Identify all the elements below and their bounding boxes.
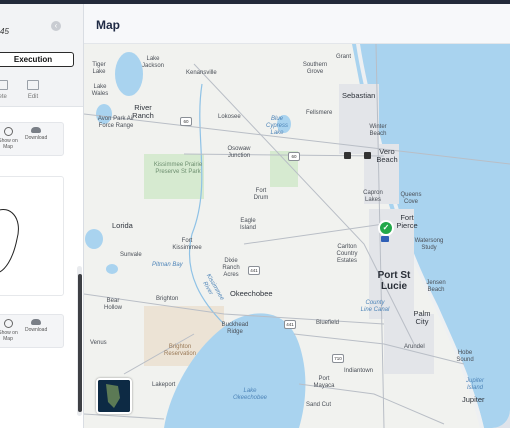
delete-tool[interactable]: lete — [0, 80, 8, 100]
map-title: Map — [96, 18, 120, 32]
edit-label: Edit — [27, 94, 39, 100]
scrollbar-thumb[interactable] — [78, 274, 82, 412]
label-sunvale: Sunvale — [120, 252, 142, 258]
label-vero-beach: Vero Beach — [376, 147, 398, 164]
download-button-2[interactable]: Download — [25, 319, 47, 333]
label-hobe-sound: Hobe Sound — [456, 350, 474, 363]
execution-button[interactable]: Execution — [0, 52, 74, 67]
label-grant: Grant — [336, 54, 352, 60]
label-buckhead-ridge: Buckhead Ridge — [221, 322, 249, 335]
map-canvas[interactable]: Grant Tiger Lake Lake Jackson Kenansvill… — [84, 44, 510, 428]
cloud-download-icon — [31, 319, 41, 325]
record-id: 45 — [0, 27, 9, 36]
label-jensen-beach: Jensen Beach — [426, 280, 446, 293]
route-shield: 60 — [180, 117, 192, 126]
label-blue-cypress-lake: Blue Cypress Lake — [265, 116, 288, 136]
label-eagle-island: Eagle Island — [239, 218, 256, 231]
show-on-map-button-2[interactable]: Show on Map — [0, 319, 19, 342]
delete-label: lete — [0, 94, 7, 100]
delete-icon — [0, 80, 8, 90]
label-southern-grove: Southern Grove — [302, 62, 328, 75]
crosshair-icon — [3, 127, 13, 136]
download-button-1[interactable]: Download — [25, 127, 47, 141]
label-watersong: Watersong Study — [414, 238, 444, 251]
label-sebastian: Sebastian — [342, 91, 376, 100]
label-brighton-reservation: Brighton Reservation — [163, 344, 196, 357]
label-bluefield: Bluefield — [316, 320, 340, 326]
route-shield: 441 — [284, 320, 296, 329]
label-lakeport: Lakeport — [152, 382, 176, 388]
label-palm-city: Palm City — [413, 309, 431, 326]
map-header: Map — [84, 4, 510, 44]
label-indiantown: Indiantown — [344, 368, 374, 374]
label-pitman-bay: Pitman Bay — [152, 262, 183, 268]
panel-header: 45 ‹ Execution lete Edit — [0, 4, 83, 107]
route-shield: 710 — [332, 354, 344, 363]
label-capron-lakes: Capron Lakes — [363, 190, 383, 203]
map-base — [84, 44, 510, 428]
edit-tool[interactable]: Edit — [26, 80, 40, 100]
label-lokosee: Lokosee — [218, 114, 241, 120]
label-osowaw-junction: Osowaw Junction — [227, 146, 251, 159]
result-card-1: Show on Map Download — [0, 122, 64, 156]
download-label: Download — [25, 135, 48, 141]
label-jupiter-island: Jupiter Island — [465, 378, 484, 391]
map-pin[interactable] — [344, 152, 351, 159]
label-kenansville: Kenansville — [186, 70, 217, 76]
crosshair-icon — [3, 319, 13, 328]
satellite-icon — [98, 380, 130, 412]
download-label: Download — [25, 327, 48, 333]
signature-preview — [0, 176, 64, 296]
label-fort-pierce: Fort Pierce — [396, 213, 418, 230]
label-carlton-country-estates: Carlton Country Estates — [336, 244, 358, 264]
signature-stroke — [0, 209, 19, 273]
left-panel: 45 ‹ Execution lete Edit Show on Map Dow… — [0, 4, 84, 428]
label-arundel: Arundel — [404, 344, 425, 350]
layer-switcher-thumbnail[interactable] — [96, 378, 132, 414]
result-card-2: Show on Map Download — [0, 314, 64, 348]
label-lake-jackson: Lake Jackson — [141, 56, 164, 69]
label-lorida: Lorida — [112, 221, 133, 230]
label-dixie-ranch-acres: Dixie Ranch Acres — [222, 258, 240, 278]
route-shield: 441 — [248, 266, 260, 275]
label-brighton: Brighton — [156, 296, 179, 302]
label-port-st-lucie: Port St Lucie — [377, 270, 411, 292]
label-fort-kissimmee: Fort Kissimmee — [172, 238, 202, 251]
label-fellsmere: Fellsmere — [306, 110, 333, 116]
label-okeechobee: Okeechobee — [230, 289, 273, 298]
app-window: 45 ‹ Execution lete Edit Show on Map Dow… — [0, 0, 510, 428]
label-bear-hollow: Bear Hollow — [103, 298, 122, 311]
label-jupiter: Jupiter — [462, 395, 485, 404]
cloud-download-icon — [31, 127, 41, 133]
label-sand-cut: Sand Cut — [306, 402, 332, 408]
label-avon-park: Avon Park Air Force Range — [97, 116, 135, 129]
location-marker-icon[interactable] — [381, 236, 389, 242]
label-kissimmee-prairie: Kissimmee Prairie Preserve St Park — [153, 162, 203, 175]
map-pin[interactable] — [364, 152, 371, 159]
label-lake-wales: Lake Wales — [91, 84, 109, 97]
label-fort-drum: Fort Drum — [253, 188, 269, 201]
collapse-panel-button[interactable]: ‹ — [51, 21, 61, 31]
label-queens-cove: Queens Cove — [400, 192, 422, 205]
show-on-map-label: Show on Map — [0, 330, 18, 342]
route-shield: 60 — [288, 152, 300, 161]
label-tiger-lake: Tiger Lake — [92, 62, 106, 75]
label-lake-okeechobee: Lake Okeechobee — [232, 388, 268, 401]
show-on-map-button-1[interactable]: Show on Map — [0, 127, 19, 150]
label-port-mayaca: Port Mayaca — [313, 376, 335, 389]
label-venus: Venus — [90, 340, 107, 346]
label-winter-beach: Winter Beach — [369, 124, 387, 137]
show-on-map-label: Show on Map — [0, 138, 18, 150]
check-marker-icon[interactable]: ✓ — [378, 220, 394, 236]
label-county-line-canal: County Line Canal — [360, 300, 390, 313]
edit-icon — [27, 80, 39, 90]
